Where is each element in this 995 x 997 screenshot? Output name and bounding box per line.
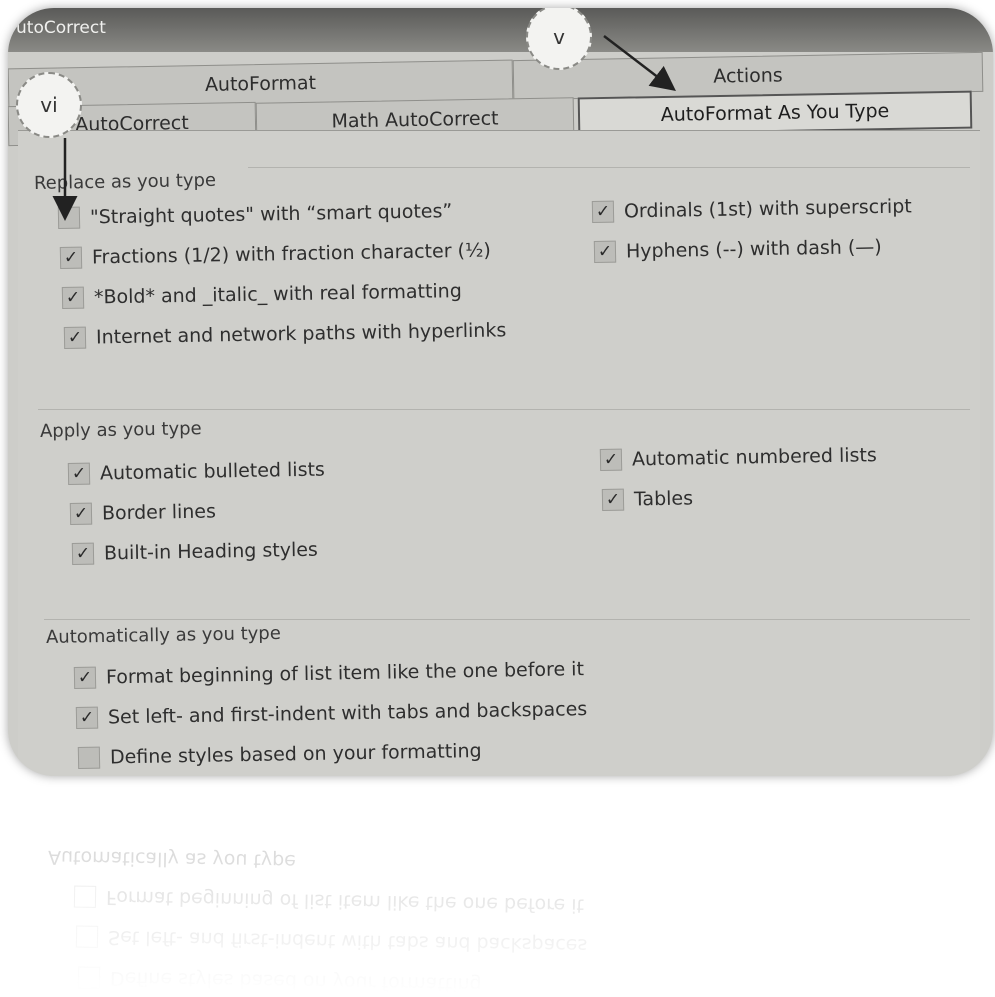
option-set-indent[interactable]: ✓ Set left- and first-indent with tabs a… (75, 698, 588, 729)
checkmark-icon: ✓ (605, 489, 621, 510)
window-title: utoCorrect (16, 18, 106, 38)
group-divider (248, 167, 970, 168)
checkmark-icon: ✓ (77, 667, 93, 688)
checkbox[interactable]: ✓ (71, 542, 95, 565)
checkmark-icon: ✓ (79, 707, 95, 728)
option-heading-styles[interactable]: ✓ Built-in Heading styles (71, 538, 319, 565)
group-label-apply: Apply as you type (39, 418, 202, 442)
option-label: Internet and network paths with hyperlin… (95, 319, 507, 349)
checkbox[interactable]: ✓ (69, 502, 93, 525)
option-label: Define styles based on your formatting (109, 739, 482, 769)
tab-label: AutoFormat (204, 72, 317, 96)
option-label: Format beginning of list item like the o… (105, 658, 585, 689)
tab-label: Math AutoCorrect (331, 107, 499, 133)
option-ordinals[interactable]: ✓ Ordinals (1st) with superscript (591, 195, 912, 223)
option-numbered-lists[interactable]: ✓ Automatic numbered lists (599, 444, 877, 471)
checkmark-icon: ✓ (595, 201, 611, 222)
option-label: Tables (633, 487, 694, 511)
group-divider (38, 409, 970, 410)
option-label: Automatic bulleted lists (99, 458, 326, 485)
checkbox[interactable]: ✓ (77, 746, 101, 769)
option-label: Set left- and first-indent with tabs and… (107, 698, 588, 729)
checkbox[interactable]: ✓ (75, 706, 99, 729)
callout-marker-vi: vi (16, 72, 82, 138)
option-format-list-item[interactable]: ✓ Format beginning of list item like the… (73, 658, 585, 689)
group-label-replace: Replace as you type (33, 169, 217, 194)
checkbox[interactable]: ✓ (73, 666, 97, 689)
tab-label: AutoFormat As You Type (660, 100, 890, 126)
option-hyperlinks[interactable]: ✓ Internet and network paths with hyperl… (63, 319, 507, 349)
checkbox[interactable]: ✓ (63, 326, 87, 349)
option-label: Border lines (101, 500, 217, 525)
callout-label: vi (40, 93, 58, 117)
title-bar: utoCorrect (8, 8, 993, 52)
option-straight-quotes[interactable]: ✓ "Straight quotes" with “smart quotes” (57, 200, 453, 229)
checkbox[interactable]: ✓ (59, 246, 83, 269)
checkmark-icon: ✓ (65, 287, 81, 308)
option-label: Automatic numbered lists (631, 444, 877, 471)
checkmark-icon: ✓ (63, 247, 79, 268)
group-label-automatically: Automatically as you type (45, 622, 282, 648)
option-bold-italic[interactable]: ✓ *Bold* and _italic_ with real formatti… (61, 280, 462, 309)
reflection-fade (8, 782, 993, 992)
checkbox[interactable]: ✓ (601, 488, 625, 511)
dialog-photo: utoCorrect AutoFormat Actions AutoCorrec… (8, 8, 993, 776)
checkmark-icon: ✓ (67, 327, 83, 348)
checkbox[interactable]: ✓ (61, 286, 85, 309)
checkmark-icon: ✓ (73, 503, 89, 524)
tab-autoformat-as-you-type[interactable]: AutoFormat As You Type (577, 90, 973, 136)
checkmark-icon: ✓ (597, 241, 613, 262)
checkmark-icon: ✓ (71, 463, 87, 484)
autocorrect-dialog: AutoFormat Actions AutoCorrect Math Auto… (8, 51, 993, 776)
callout-label: v (553, 25, 565, 49)
option-label: Fractions (1/2) with fraction character … (91, 239, 492, 269)
tab-label: Actions (713, 64, 783, 88)
checkbox[interactable]: ✓ (599, 448, 623, 471)
option-label: Ordinals (1st) with superscript (623, 195, 912, 223)
checkbox[interactable]: ✓ (57, 206, 81, 229)
checkmark-icon: ✓ (75, 543, 91, 564)
option-fractions[interactable]: ✓ Fractions (1/2) with fraction characte… (59, 239, 492, 269)
option-define-styles[interactable]: ✓ Define styles based on your formatting (77, 739, 482, 769)
option-label: Hyphens (--) with dash (—) (625, 235, 882, 263)
option-bulleted-lists[interactable]: ✓ Automatic bulleted lists (67, 458, 326, 485)
photo-reflection: Define styles based on your formatting S… (8, 782, 993, 992)
group-divider (44, 619, 970, 620)
option-tables[interactable]: ✓ Tables (601, 487, 694, 511)
checkbox[interactable]: ✓ (593, 240, 617, 263)
option-hyphens[interactable]: ✓ Hyphens (--) with dash (—) (593, 235, 882, 263)
checkbox[interactable]: ✓ (591, 200, 615, 223)
tab-content: Replace as you type ✓ "Straight quotes" … (18, 130, 980, 776)
option-border-lines[interactable]: ✓ Border lines (69, 500, 217, 525)
option-label: *Bold* and _italic_ with real formatting (93, 280, 462, 309)
checkmark-icon: ✓ (603, 449, 619, 470)
option-label: "Straight quotes" with “smart quotes” (89, 200, 453, 229)
checkbox[interactable]: ✓ (67, 462, 91, 485)
option-label: Built-in Heading styles (103, 538, 319, 565)
